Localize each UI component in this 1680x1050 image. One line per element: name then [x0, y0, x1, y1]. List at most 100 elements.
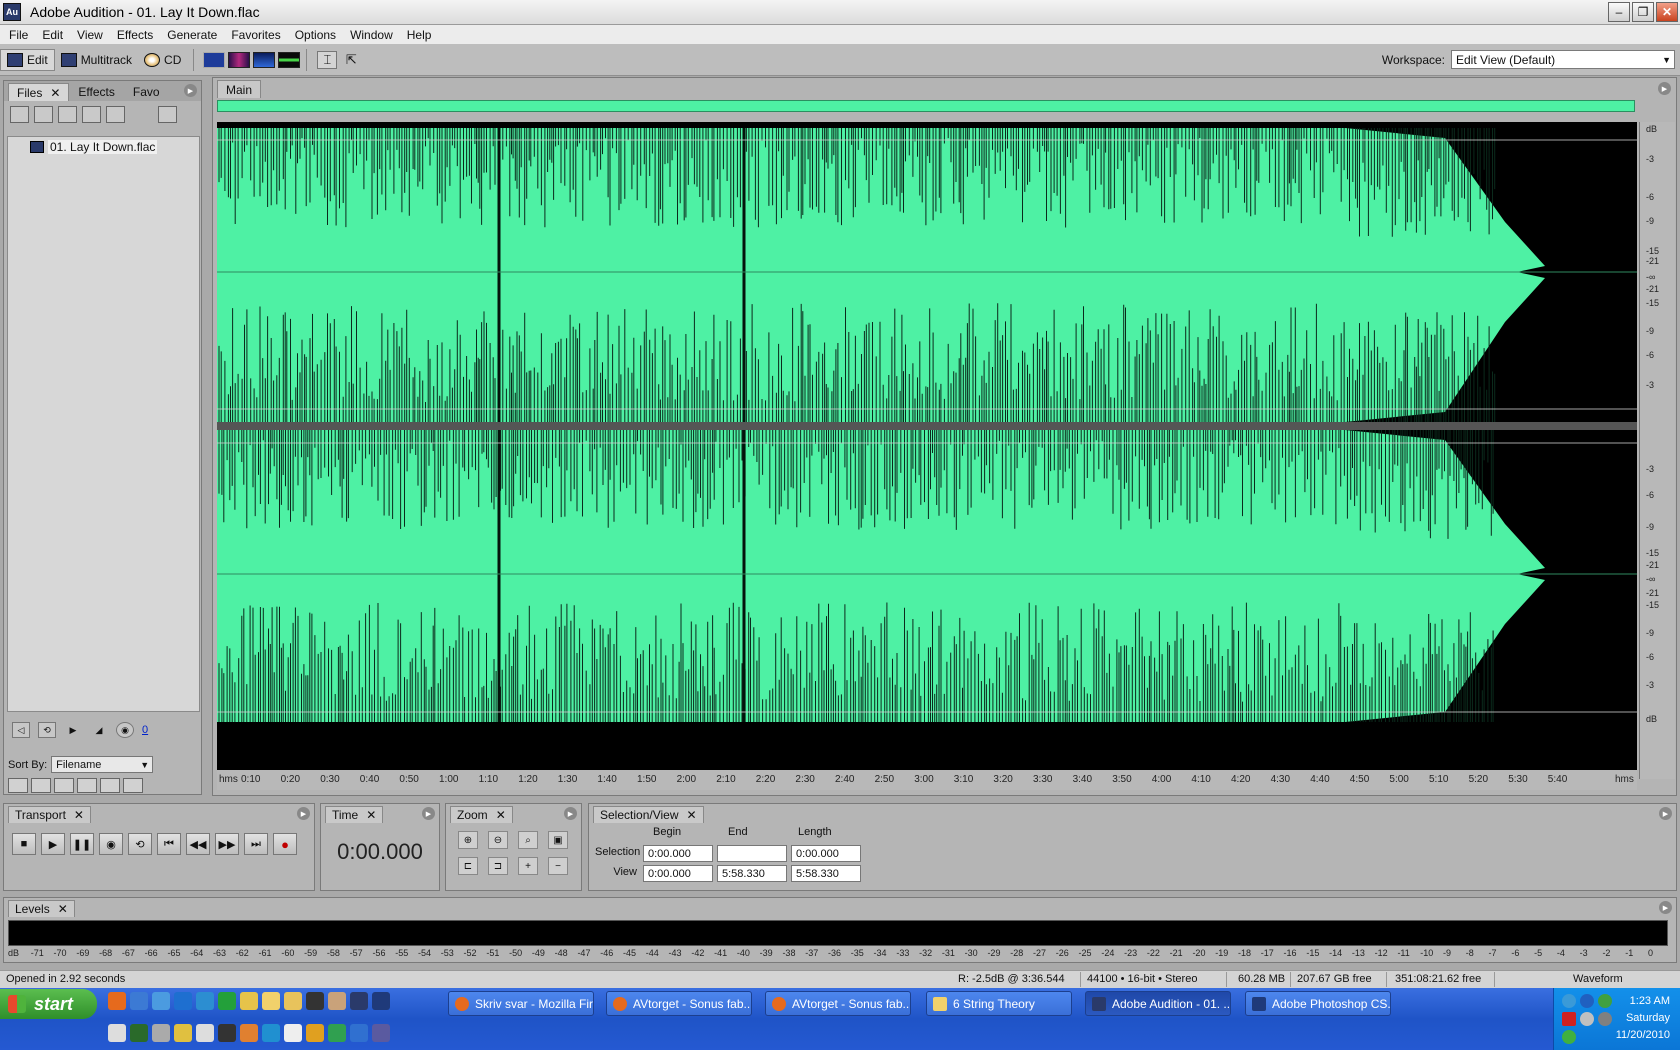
network-icon[interactable]	[1562, 994, 1576, 1008]
audition-icon[interactable]	[350, 992, 368, 1010]
toggle-options-icon[interactable]	[158, 105, 177, 123]
tray-app-icon[interactable]	[1598, 1012, 1612, 1026]
app-icon[interactable]	[196, 1024, 214, 1042]
zoom-in-amplitude-icon[interactable]: ⊕	[458, 831, 478, 849]
fast-forward-button[interactable]: ▶▶	[215, 833, 239, 855]
waveform-overview-bar[interactable]	[217, 100, 1635, 112]
messenger-icon[interactable]	[196, 992, 214, 1010]
clock[interactable]: 1:23 AM Saturday 11/20/2010	[1616, 993, 1670, 1044]
insert-multitrack-icon[interactable]	[58, 105, 77, 123]
app-icon[interactable]	[350, 1024, 368, 1042]
show-video-icon[interactable]	[54, 778, 74, 793]
tab-selection-view[interactable]: Selection/View ✕	[593, 806, 704, 823]
internet-explorer-icon[interactable]	[174, 992, 192, 1010]
restore-button[interactable]: ❐	[1632, 2, 1654, 22]
folder-icon[interactable]	[262, 992, 280, 1010]
view-begin-field[interactable]: 0:00.000	[643, 865, 713, 882]
time-ruler[interactable]: hms 0:10 0:20 0:30 0:40 0:50 1:00 1:10 1:20 1:30 1…	[217, 770, 1637, 790]
insert-cd-list-icon[interactable]	[82, 105, 101, 123]
panel-menu-icon[interactable]: ▶	[184, 84, 197, 97]
panel-menu-icon[interactable]: ▶	[1659, 807, 1672, 820]
firefox-icon[interactable]	[108, 992, 126, 1010]
play-button[interactable]: ▶	[41, 833, 65, 855]
menu-generate[interactable]: Generate	[160, 28, 224, 42]
app-icon[interactable]	[108, 1024, 126, 1042]
photoshop-icon[interactable]	[372, 992, 390, 1010]
show-audio-icon[interactable]	[8, 778, 28, 793]
minimize-button[interactable]: –	[1608, 2, 1630, 22]
tray-app-icon[interactable]	[1562, 1030, 1576, 1044]
list-item[interactable]: 01. Lay It Down.flac	[30, 140, 199, 154]
view-length-field[interactable]: 5:58.330	[791, 865, 861, 882]
app-icon[interactable]	[328, 992, 346, 1010]
waveform-display[interactable]	[217, 122, 1637, 779]
stop-button[interactable]: ■	[12, 833, 36, 855]
close-button[interactable]: ✕	[1656, 2, 1678, 22]
taskbar-item-firefox-1[interactable]: Skriv svar - Mozilla Fir...	[448, 991, 594, 1016]
zoom-full-icon[interactable]: ▣	[548, 831, 568, 849]
notes-icon[interactable]	[240, 992, 258, 1010]
panel-menu-icon[interactable]: ▶	[564, 807, 577, 820]
panel-menu-icon[interactable]: ▶	[1659, 901, 1672, 914]
app-icon[interactable]	[130, 1024, 148, 1042]
app-icon[interactable]	[372, 1024, 390, 1042]
spectral-phase-icon[interactable]	[278, 51, 301, 68]
close-icon[interactable]: ✕	[50, 86, 60, 100]
view-end-field[interactable]: 5:58.330	[717, 865, 787, 882]
panel-menu-icon[interactable]: ▶	[422, 807, 435, 820]
spectral-frequency-icon[interactable]	[228, 51, 251, 68]
selection-begin-field[interactable]: 0:00.000	[643, 845, 713, 862]
taskbar-item-photoshop[interactable]: Adobe Photoshop CS...	[1245, 991, 1391, 1016]
eac-icon[interactable]	[152, 1024, 170, 1042]
record-button[interactable]: ●	[273, 833, 297, 855]
audition-app-icon[interactable]: Au	[3, 3, 21, 21]
go-to-end-button[interactable]: ⏭	[244, 833, 268, 855]
security-icon[interactable]	[1598, 994, 1612, 1008]
mail-icon[interactable]	[130, 992, 148, 1010]
panel-menu-icon[interactable]: ▶	[297, 807, 310, 820]
taskbar-item-folder[interactable]: 6 String Theory	[926, 991, 1072, 1016]
waveform-display-icon[interactable]	[203, 51, 226, 68]
close-icon[interactable]: ✕	[366, 808, 376, 822]
zoom-to-selection-icon[interactable]: ⌕	[518, 831, 538, 849]
go-to-start-button[interactable]: ⏮	[157, 833, 181, 855]
volume-value[interactable]: 0	[142, 724, 148, 736]
taskbar-item-firefox-2[interactable]: AVtorget - Sonus fab...	[606, 991, 752, 1016]
menu-help[interactable]: Help	[400, 28, 439, 42]
menu-view[interactable]: View	[70, 28, 110, 42]
sort-by-dropdown[interactable]: Filename ▼	[51, 756, 154, 773]
app-icon[interactable]	[240, 1024, 258, 1042]
show-midi-icon[interactable]	[77, 778, 97, 793]
steam-icon[interactable]	[306, 992, 324, 1010]
volume-knob-icon[interactable]: ◉	[116, 722, 134, 738]
spectral-pan-icon[interactable]	[253, 51, 276, 68]
tab-effects[interactable]: Effects	[69, 83, 123, 101]
loop-button[interactable]: ⟲	[128, 833, 152, 855]
tab-levels[interactable]: Levels ✕	[8, 900, 75, 917]
workspace-dropdown[interactable]: Edit View (Default) ▼	[1451, 50, 1675, 69]
app-icon[interactable]	[174, 1024, 192, 1042]
zoom-right-edge-icon[interactable]: ⊐	[488, 857, 508, 875]
start-button[interactable]: start	[0, 989, 97, 1019]
edit-view-button[interactable]: Edit	[0, 48, 55, 71]
desktop-icon[interactable]	[152, 992, 170, 1010]
time-selection-tool-icon[interactable]: ⌶	[317, 50, 338, 69]
selection-length-field[interactable]: 0:00.000	[791, 845, 861, 862]
tab-files[interactable]: Files ✕	[8, 83, 70, 101]
tab-zoom[interactable]: Zoom ✕	[450, 806, 513, 823]
show-loops-icon[interactable]	[31, 778, 51, 793]
loop-icon[interactable]: ⟲	[38, 722, 56, 738]
tab-transport[interactable]: Transport ✕	[8, 806, 91, 823]
tab-favorites[interactable]: Favo	[124, 83, 169, 101]
pause-button[interactable]: ❚❚	[70, 833, 94, 855]
close-file-icon[interactable]	[34, 105, 53, 123]
edit-file-icon[interactable]	[106, 105, 125, 123]
volume-icon[interactable]	[1580, 1012, 1594, 1026]
ati-icon[interactable]	[1562, 1012, 1576, 1026]
selection-end-field[interactable]	[717, 845, 787, 862]
show-metadata-icon[interactable]	[100, 778, 120, 793]
app-icon[interactable]	[306, 1024, 324, 1042]
close-icon[interactable]: ✕	[496, 808, 506, 822]
taskbar-item-firefox-3[interactable]: AVtorget - Sonus fab...	[765, 991, 911, 1016]
multitrack-view-button[interactable]: Multitrack	[55, 49, 138, 71]
